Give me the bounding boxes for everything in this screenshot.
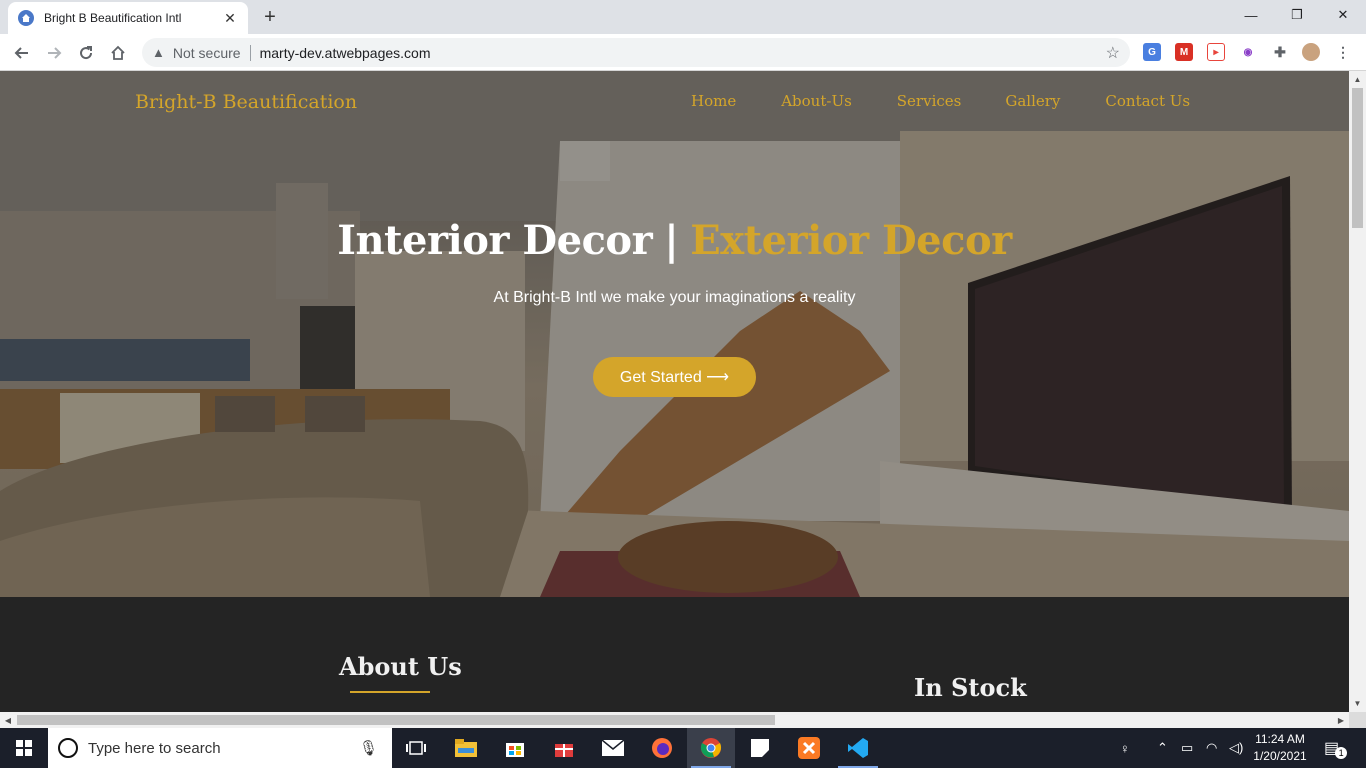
in-stock-heading: In Stock xyxy=(914,673,1027,702)
windows-taskbar: Type here to search 🎙 ♀ ⌃ ▭ ◠ ◁) 11:24 A… xyxy=(0,728,1366,768)
browser-toolbar: ▲ Not secure marty-dev.atwebpages.com ☆ … xyxy=(0,34,1366,71)
menu-icon[interactable]: ⋮ xyxy=(1334,43,1352,61)
site-navigation: Home About-Us Services Gallery Contact U… xyxy=(691,92,1190,110)
vscode-icon[interactable] xyxy=(834,728,882,768)
taskbar-clock[interactable]: 11:24 AM 1/20/2021 xyxy=(1250,731,1310,765)
page-viewport: Bright-B Beautification Home About-Us Se… xyxy=(0,71,1349,712)
taskbar-search-placeholder[interactable]: Type here to search xyxy=(88,740,359,757)
close-window-button[interactable]: ✕ xyxy=(1320,0,1366,30)
window-controls: — ❐ ✕ xyxy=(1228,0,1366,30)
store-icon[interactable] xyxy=(491,728,539,768)
tab-close-icon[interactable]: ✕ xyxy=(222,10,238,27)
nav-contact-link[interactable]: Contact Us xyxy=(1105,92,1190,110)
nav-services-link[interactable]: Services xyxy=(897,92,962,110)
chrome-icon[interactable] xyxy=(687,728,735,768)
windows-start-icon[interactable] xyxy=(0,728,48,768)
notifications-icon[interactable]: ▤ 1 xyxy=(1324,728,1348,768)
scroll-down-arrow-icon[interactable]: ▼ xyxy=(1349,695,1366,712)
scroll-up-arrow-icon[interactable]: ▲ xyxy=(1349,71,1366,88)
address-bar[interactable]: ▲ Not secure marty-dev.atwebpages.com ☆ xyxy=(142,38,1130,67)
mail-icon[interactable] xyxy=(589,728,637,768)
scroll-right-arrow-icon[interactable]: ▶ xyxy=(1333,712,1349,728)
star-icon[interactable]: ☆ xyxy=(1106,43,1120,63)
browser-tabstrip: Bright B Beautification Intl ✕ + — ❐ ✕ xyxy=(0,0,1366,34)
horizontal-scrollbar[interactable]: ◀ ▶ xyxy=(0,712,1349,728)
search-icon xyxy=(58,738,78,758)
nav-about-link[interactable]: About-Us xyxy=(781,92,852,110)
scroll-left-arrow-icon[interactable]: ◀ xyxy=(0,712,16,728)
profile-avatar[interactable] xyxy=(1302,43,1320,61)
about-us-heading: About Us xyxy=(339,652,462,681)
clock-date: 1/20/2021 xyxy=(1253,749,1307,763)
gmail-extension-icon[interactable]: M xyxy=(1175,43,1193,61)
tab-title: Bright B Beautification Intl xyxy=(44,11,182,25)
xampp-icon[interactable] xyxy=(785,728,833,768)
home-icon[interactable] xyxy=(106,41,130,65)
file-explorer-icon[interactable] xyxy=(442,728,490,768)
site-logo[interactable]: Bright-B Beautification xyxy=(135,91,357,113)
hero-heading-separator: | xyxy=(664,217,679,264)
sticky-notes-icon[interactable] xyxy=(736,728,784,768)
forward-icon[interactable] xyxy=(42,41,66,65)
nav-gallery-link[interactable]: Gallery xyxy=(1005,92,1060,110)
hero-heading-main: Interior Decor xyxy=(337,217,653,264)
horizontal-scroll-thumb[interactable] xyxy=(17,715,775,725)
url-text[interactable]: marty-dev.atwebpages.com xyxy=(260,45,431,61)
broadcast-extension-icon[interactable]: ◉ xyxy=(1239,43,1257,61)
hero-subtitle: At Bright-B Intl we make your imaginatio… xyxy=(493,289,856,306)
warning-icon[interactable]: ▲ xyxy=(152,45,165,60)
firefox-icon[interactable] xyxy=(638,728,686,768)
hero-heading: Interior Decor | Exterior Decor xyxy=(0,217,1349,264)
minimize-button[interactable]: — xyxy=(1228,0,1274,30)
mic-icon[interactable]: 🎙 xyxy=(359,739,378,757)
show-hidden-icons-icon[interactable]: ⌃ xyxy=(1157,728,1168,768)
scrollbar-corner xyxy=(1349,712,1366,728)
people-icon[interactable]: ♀ xyxy=(1120,728,1130,768)
clock-time: 11:24 AM xyxy=(1255,732,1305,746)
gift-app-icon[interactable] xyxy=(540,728,588,768)
nav-home-link[interactable]: Home xyxy=(691,92,736,110)
share-extension-icon[interactable]: ▸ xyxy=(1207,43,1225,61)
task-view-icon[interactable] xyxy=(392,728,440,768)
extensions-icon[interactable]: ✚ xyxy=(1271,43,1289,61)
wifi-icon[interactable]: ◠ xyxy=(1206,728,1217,768)
vertical-scrollbar[interactable]: ▲ ▼ xyxy=(1349,71,1366,712)
translate-extension-icon[interactable]: G xyxy=(1143,43,1161,61)
back-icon[interactable] xyxy=(10,41,34,65)
volume-icon[interactable]: ◁) xyxy=(1229,728,1243,768)
about-us-underline xyxy=(350,691,430,693)
new-tab-button[interactable]: + xyxy=(258,5,282,29)
security-label[interactable]: Not secure xyxy=(173,45,241,61)
home-favicon-icon xyxy=(18,10,34,26)
notification-count-badge: 1 xyxy=(1335,747,1348,759)
content-section: About Us In Stock xyxy=(0,597,1349,712)
get-started-button[interactable]: Get Started ⟶ xyxy=(593,357,756,397)
hero-overlay xyxy=(0,71,1349,597)
battery-icon[interactable]: ▭ xyxy=(1181,728,1193,768)
omnibox-divider xyxy=(249,44,251,61)
taskbar-search-box[interactable]: Type here to search 🎙 xyxy=(48,728,392,768)
restore-button[interactable]: ❐ xyxy=(1274,0,1320,30)
browser-tab[interactable]: Bright B Beautification Intl ✕ xyxy=(8,2,248,34)
reload-icon[interactable] xyxy=(74,41,98,65)
hero-heading-accent: Exterior Decor xyxy=(690,217,1012,264)
hero-section: Bright-B Beautification Home About-Us Se… xyxy=(0,71,1349,597)
vertical-scroll-thumb[interactable] xyxy=(1352,88,1363,228)
